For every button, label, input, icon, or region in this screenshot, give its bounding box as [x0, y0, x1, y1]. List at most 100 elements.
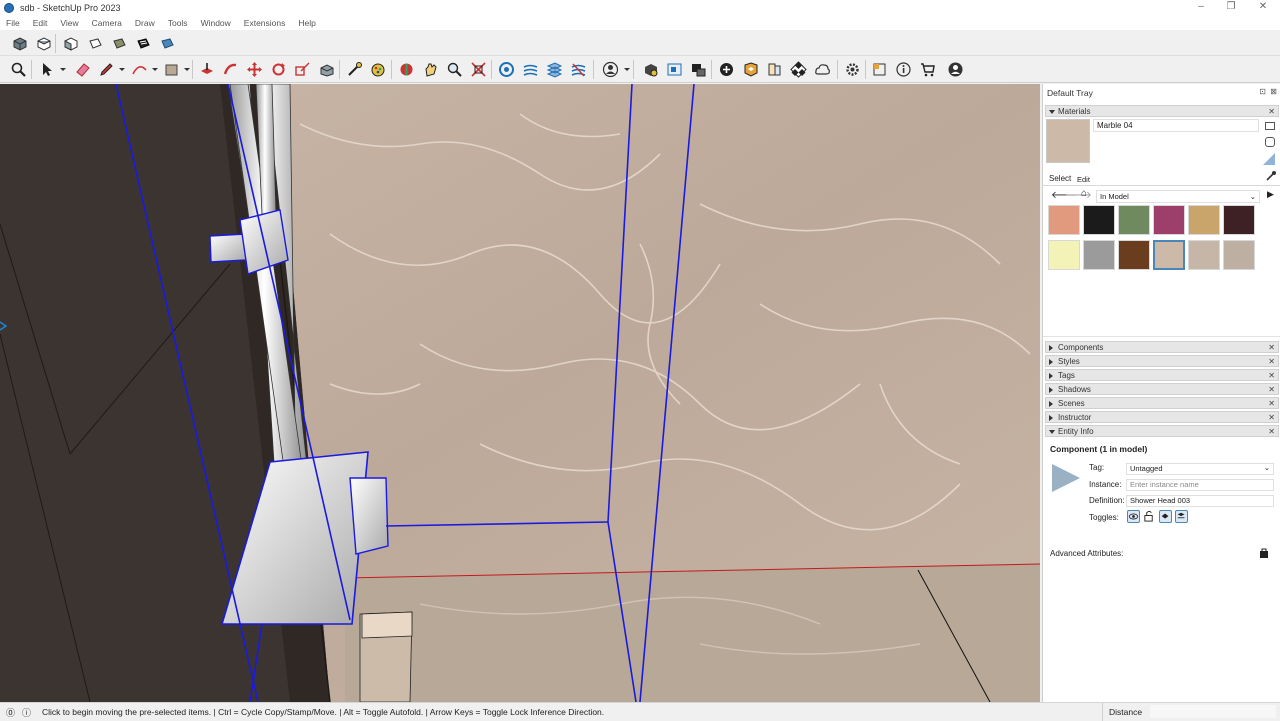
zoom-icon[interactable] [9, 60, 27, 78]
visibility-toggle-icon[interactable] [1127, 510, 1140, 523]
rotate-icon[interactable] [269, 60, 287, 78]
default-material-icon[interactable] [1263, 153, 1275, 165]
menu-extensions[interactable]: Extensions [244, 18, 286, 28]
select-icon[interactable] [37, 60, 55, 78]
materials-panel-header[interactable]: Materials ✕ [1045, 105, 1279, 117]
zoom-tool-icon[interactable] [445, 60, 463, 78]
solid-tools-icon[interactable] [689, 60, 707, 78]
eraser-icon[interactable] [73, 60, 91, 78]
material-swatch[interactable] [1083, 240, 1115, 270]
menu-file[interactable]: File [6, 18, 20, 28]
info-icon[interactable] [894, 60, 912, 78]
menu-view[interactable]: View [60, 18, 78, 28]
material-tab-select[interactable]: Select [1049, 174, 1071, 183]
panel-header-scenes[interactable]: Scenes ✕ [1045, 397, 1279, 409]
material-swatch[interactable] [1223, 240, 1255, 270]
top-view-icon[interactable] [34, 34, 52, 52]
follow-me-icon[interactable] [221, 60, 239, 78]
panel-header-tags[interactable]: Tags ✕ [1045, 369, 1279, 381]
panel-header-entity-info[interactable]: Entity Info ✕ [1045, 425, 1279, 437]
right-view-icon[interactable] [85, 34, 103, 52]
panel-header-shadows[interactable]: Shadows ✕ [1045, 383, 1279, 395]
instance-name-input[interactable]: Enter instance name [1126, 479, 1274, 491]
material-swatch[interactable] [1118, 205, 1150, 235]
advanced-attributes-icon[interactable] [1259, 548, 1269, 559]
front-view-icon[interactable] [61, 34, 79, 52]
model-viewport[interactable] [0, 84, 1040, 702]
iso-view-icon[interactable] [10, 34, 28, 52]
tray-close-icon[interactable]: ⊠ [1270, 87, 1277, 96]
menu-draw[interactable]: Draw [135, 18, 155, 28]
forward-arrow-icon[interactable]: 🡒 [1065, 189, 1092, 201]
add-location-icon[interactable] [717, 60, 735, 78]
minimize-button[interactable]: – [1186, 0, 1216, 15]
panel-header-components[interactable]: Components ✕ [1045, 341, 1279, 353]
trimble-icon[interactable] [870, 60, 888, 78]
material-swatch[interactable] [1153, 205, 1185, 235]
geo-location-icon[interactable]: ⓪ [6, 706, 15, 719]
sandbox-icon[interactable] [497, 60, 515, 78]
warehouse-icon[interactable] [741, 60, 759, 78]
material-swatch[interactable] [1083, 205, 1115, 235]
tray-pin-icon[interactable]: ⊡ [1259, 87, 1266, 96]
left-view-icon[interactable] [133, 34, 151, 52]
paint-bucket-icon[interactable] [369, 60, 387, 78]
layout-icon[interactable] [665, 60, 683, 78]
material-swatch[interactable] [1048, 240, 1080, 270]
section-plane-icon[interactable] [521, 60, 539, 78]
move-icon[interactable] [245, 60, 263, 78]
material-swatch[interactable] [1223, 205, 1255, 235]
bottom-view-icon[interactable] [157, 34, 175, 52]
menu-edit[interactable]: Edit [33, 18, 48, 28]
profile-icon[interactable] [946, 60, 964, 78]
section-fill-icon[interactable] [545, 60, 563, 78]
tape-measure-icon[interactable] [345, 60, 363, 78]
material-swatch[interactable] [1048, 205, 1080, 235]
tag-select[interactable]: Untagged ⌄ [1126, 463, 1274, 475]
user-icon[interactable] [601, 60, 619, 78]
eyedropper-icon[interactable] [1265, 170, 1277, 182]
definition-field[interactable]: Shower Head 003 [1126, 495, 1274, 507]
panel-header-instructor[interactable]: Instructor ✕ [1045, 411, 1279, 423]
material-swatch[interactable] [1188, 240, 1220, 270]
material-swatch[interactable] [1153, 240, 1185, 270]
component-icon[interactable] [641, 60, 659, 78]
orbit-icon[interactable] [397, 60, 415, 78]
close-button[interactable]: ✕ [1248, 0, 1278, 15]
material-tab-edit[interactable]: Edit [1077, 175, 1090, 184]
cart-icon[interactable] [918, 60, 936, 78]
paint-sample-icon[interactable] [1265, 137, 1275, 147]
details-arrow-icon[interactable]: ▶ [1267, 189, 1274, 200]
push-pull-icon[interactable] [197, 60, 215, 78]
rectangle-icon[interactable] [162, 60, 180, 78]
pan-icon[interactable] [421, 60, 439, 78]
receive-shadows-toggle-icon[interactable] [1159, 510, 1172, 523]
material-name-field[interactable]: Marble 04 [1093, 119, 1259, 132]
cast-shadows-toggle-icon[interactable] [1175, 510, 1188, 523]
settings-icon[interactable] [843, 60, 861, 78]
material-library-select[interactable]: In Model ⌄ [1096, 190, 1260, 203]
section-display-icon[interactable] [569, 60, 587, 78]
zoom-extents-icon[interactable] [469, 60, 487, 78]
lock-toggle-icon[interactable] [1143, 510, 1156, 523]
back-view-icon[interactable] [109, 34, 127, 52]
home-icon[interactable]: ⌂ [1081, 188, 1087, 199]
instructor-info-icon[interactable]: ⓘ [22, 706, 31, 719]
menu-help[interactable]: Help [298, 18, 315, 28]
offset-icon[interactable] [317, 60, 335, 78]
material-swatch[interactable] [1188, 205, 1220, 235]
extension-icon[interactable] [765, 60, 783, 78]
menu-tools[interactable]: Tools [168, 18, 188, 28]
create-material-icon[interactable] [1265, 122, 1275, 130]
measurements-input[interactable] [1150, 705, 1276, 718]
checker-icon[interactable] [789, 60, 807, 78]
scale-icon[interactable] [293, 60, 311, 78]
material-swatch[interactable] [1118, 240, 1150, 270]
panel-header-styles[interactable]: Styles ✕ [1045, 355, 1279, 367]
cloud-icon[interactable] [813, 60, 831, 78]
menu-camera[interactable]: Camera [92, 18, 122, 28]
arc-icon[interactable] [130, 60, 148, 78]
menu-window[interactable]: Window [201, 18, 231, 28]
pencil-icon[interactable] [97, 60, 115, 78]
restore-button[interactable]: ❐ [1216, 0, 1246, 15]
